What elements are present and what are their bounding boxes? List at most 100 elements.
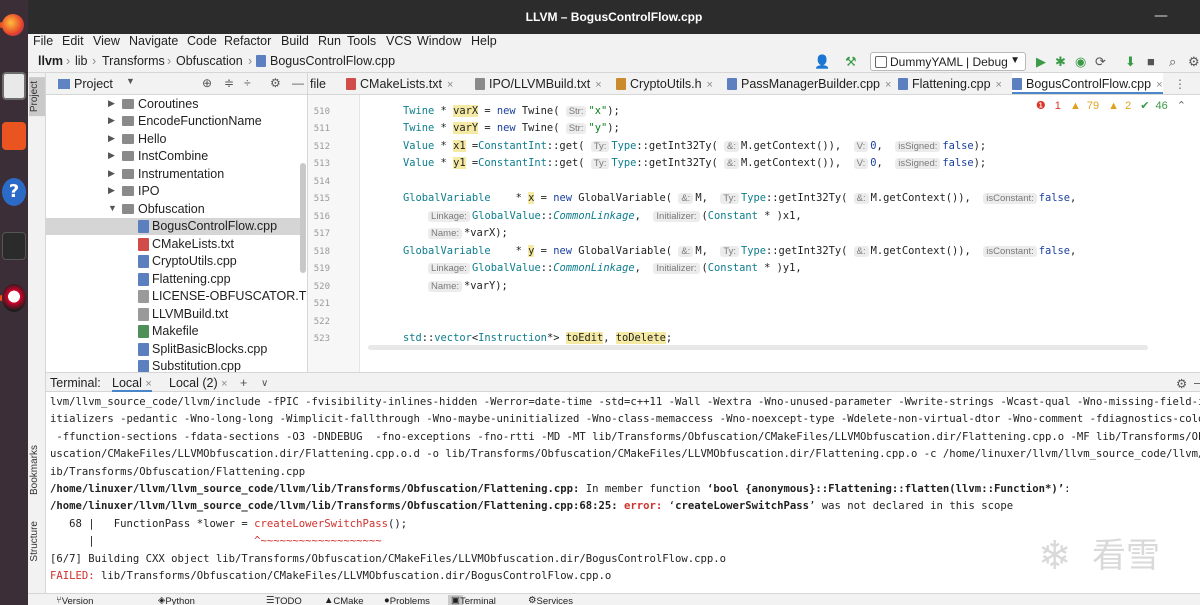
tree-item-coroutines[interactable]: ▶ Coroutines <box>46 96 300 113</box>
chevron-right-icon[interactable]: ▶ <box>108 133 115 144</box>
gear-icon[interactable]: ⚙ <box>270 76 281 90</box>
menu-run[interactable]: Run <box>318 34 341 48</box>
terminal-tab-local[interactable]: Local × <box>112 376 152 392</box>
search-icon[interactable]: ⌕ <box>1169 54 1176 70</box>
tool-problems[interactable]: ● Problems <box>384 595 430 605</box>
close-icon[interactable]: × <box>221 378 227 390</box>
gear-icon[interactable]: ⚙ <box>1176 376 1187 391</box>
menu-help[interactable]: Help <box>471 34 497 48</box>
tree-item-llvmbuild-txt[interactable]: LLVMBuild.txt <box>46 306 300 323</box>
tree-item-instrumentation[interactable]: ▶ Instrumentation <box>46 166 300 183</box>
tab-list-icon[interactable]: ⋮ <box>1174 77 1186 91</box>
tree-item-encodefunctionname[interactable]: ▶ EncodeFunctionName <box>46 113 300 130</box>
terminal-tab-local-2[interactable]: Local (2) × <box>169 376 228 390</box>
run-configuration-select[interactable]: DummyYAML | Debug ▼ <box>870 52 1026 71</box>
tab-boguscontrolflow[interactable]: BogusControlFlow.cpp × <box>1012 73 1163 94</box>
help-icon[interactable]: ? <box>2 178 26 206</box>
chevron-right-icon[interactable]: ▶ <box>108 150 115 161</box>
new-terminal-icon[interactable]: + <box>240 376 247 390</box>
close-icon[interactable]: × <box>885 79 891 91</box>
tool-todo[interactable]: ☰ TODO <box>266 595 302 605</box>
tree-item-ipo[interactable]: ▶ IPO <box>46 183 300 200</box>
breadcrumb-lib[interactable]: lib <box>75 54 88 68</box>
software-center-icon[interactable] <box>2 122 26 150</box>
firefox-icon[interactable] <box>2 14 24 36</box>
tool-version-control[interactable]: ⑂ Version Control <box>56 595 93 605</box>
debug-icon[interactable]: ✱ <box>1055 54 1066 70</box>
gear-icon[interactable]: ⚙ <box>1188 54 1200 70</box>
close-icon[interactable]: × <box>145 378 151 390</box>
collapse-all-icon[interactable]: ≑ <box>224 76 234 90</box>
chevron-right-icon[interactable]: ▶ <box>108 185 115 196</box>
clion-icon[interactable] <box>2 284 26 312</box>
terminal-app-icon[interactable] <box>2 232 26 260</box>
close-icon[interactable]: × <box>1156 79 1162 91</box>
terminal-output[interactable]: lvm/llvm_source_code/llvm/include -fPIC … <box>46 392 1200 593</box>
attach-icon[interactable]: ⬇ <box>1125 54 1136 70</box>
tab-cryptoutils-h[interactable]: CryptoUtils.h × <box>616 73 713 94</box>
close-icon[interactable]: × <box>707 79 713 91</box>
tree-item-hello[interactable]: ▶ Hello <box>46 131 300 148</box>
menu-vcs[interactable]: VCS <box>386 34 412 48</box>
close-icon[interactable]: × <box>447 79 453 91</box>
expand-all-icon[interactable]: ÷ <box>244 76 251 90</box>
breadcrumb-obfuscation[interactable]: Obfuscation <box>176 54 243 68</box>
breadcrumb-file[interactable]: BogusControlFlow.cpp <box>270 54 395 68</box>
chevron-up-icon[interactable]: ⌃ <box>1177 100 1186 112</box>
tree-item-license[interactable]: LICENSE-OBFUSCATOR.TXT <box>46 288 307 305</box>
tree-item-splitbasicblocks-cpp[interactable]: SplitBasicBlocks.cpp <box>46 341 300 358</box>
project-scrollbar[interactable] <box>300 163 306 273</box>
tool-tab-structure[interactable]: Structure <box>29 521 40 562</box>
menu-window[interactable]: Window <box>417 34 461 48</box>
menu-build[interactable]: Build <box>281 34 309 48</box>
editor-horizontal-scrollbar[interactable] <box>368 345 1148 350</box>
tree-item-cryptoutils-cpp[interactable]: CryptoUtils.cpp <box>46 253 300 270</box>
menu-file[interactable]: File <box>33 34 53 48</box>
menu-view[interactable]: View <box>93 34 120 48</box>
tab-passmanagerbuilder[interactable]: PassManagerBuilder.cpp × <box>727 73 891 94</box>
tool-cmake[interactable]: ▲ CMake <box>324 595 364 605</box>
tab-cmakelists[interactable]: CMakeLists.txt × <box>346 73 453 94</box>
hide-panel-icon[interactable]: — <box>1194 376 1200 390</box>
tab-flattening[interactable]: Flattening.cpp × <box>898 73 1002 94</box>
code-editor[interactable]: 510 511 512 513 514 515 516 517 518 519 … <box>308 95 1200 372</box>
tree-item-instcombine[interactable]: ▶ InstCombine <box>46 148 300 165</box>
tree-item-makefile[interactable]: Makefile <box>46 323 300 340</box>
menu-code[interactable]: Code <box>187 34 217 48</box>
menu-tools[interactable]: Tools <box>347 34 376 48</box>
breadcrumb-llvm[interactable]: llvm <box>38 54 63 68</box>
user-icon[interactable]: 👤 <box>814 54 830 70</box>
menu-refactor[interactable]: Refactor <box>224 34 271 48</box>
chevron-right-icon[interactable]: ▶ <box>108 98 115 109</box>
close-icon[interactable]: × <box>595 79 601 91</box>
chevron-down-icon[interactable]: ∨ <box>261 378 268 389</box>
coverage-icon[interactable]: ◉ <box>1075 54 1086 70</box>
build-hammer-icon[interactable]: ⚒ <box>845 54 857 70</box>
tree-item-substitution-cpp[interactable]: Substitution.cpp <box>46 358 300 372</box>
chevron-right-icon[interactable]: ▶ <box>108 115 115 126</box>
tool-python-packages[interactable]: ◈ Python Packages <box>158 595 195 605</box>
close-icon[interactable]: × <box>996 79 1002 91</box>
menu-navigate[interactable]: Navigate <box>129 34 178 48</box>
tool-tab-bookmarks[interactable]: Bookmarks <box>29 445 40 495</box>
tree-item-obfuscation[interactable]: ▼ Obfuscation <box>46 201 300 218</box>
stop-icon[interactable]: ■ <box>1147 54 1155 69</box>
locate-icon[interactable]: ⊕ <box>202 76 212 90</box>
tool-services[interactable]: ⚙ Services <box>528 595 573 605</box>
tool-tab-project[interactable]: Project <box>29 77 45 117</box>
tree-item-flattening-cpp[interactable]: Flattening.cpp <box>46 271 300 288</box>
profile-icon[interactable]: ⟳ <box>1095 54 1106 70</box>
tree-item-cmakelists[interactable]: CMakeLists.txt <box>46 236 300 253</box>
minimize-icon[interactable]: — <box>1154 8 1168 24</box>
tab-file[interactable]: file <box>310 73 326 94</box>
project-panel-title[interactable]: Project <box>74 77 113 91</box>
tree-item-boguscontrolflow-cpp[interactable]: BogusControlFlow.cpp <box>46 218 300 235</box>
run-icon[interactable]: ▶ <box>1036 54 1046 70</box>
tab-ipo-llvmbuild[interactable]: IPO/LLVMBuild.txt × <box>475 73 602 94</box>
chevron-right-icon[interactable]: ▶ <box>108 168 115 179</box>
files-icon[interactable] <box>2 72 26 100</box>
chevron-down-icon[interactable]: ▼ <box>108 203 117 213</box>
breadcrumb-transforms[interactable]: Transforms <box>102 54 165 68</box>
inspection-widget[interactable]: ❶ 1 ▲ 79 ▲ 2 ✔ 46 ⌃ <box>1030 99 1186 112</box>
chevron-down-icon[interactable]: ▼ <box>126 76 135 86</box>
